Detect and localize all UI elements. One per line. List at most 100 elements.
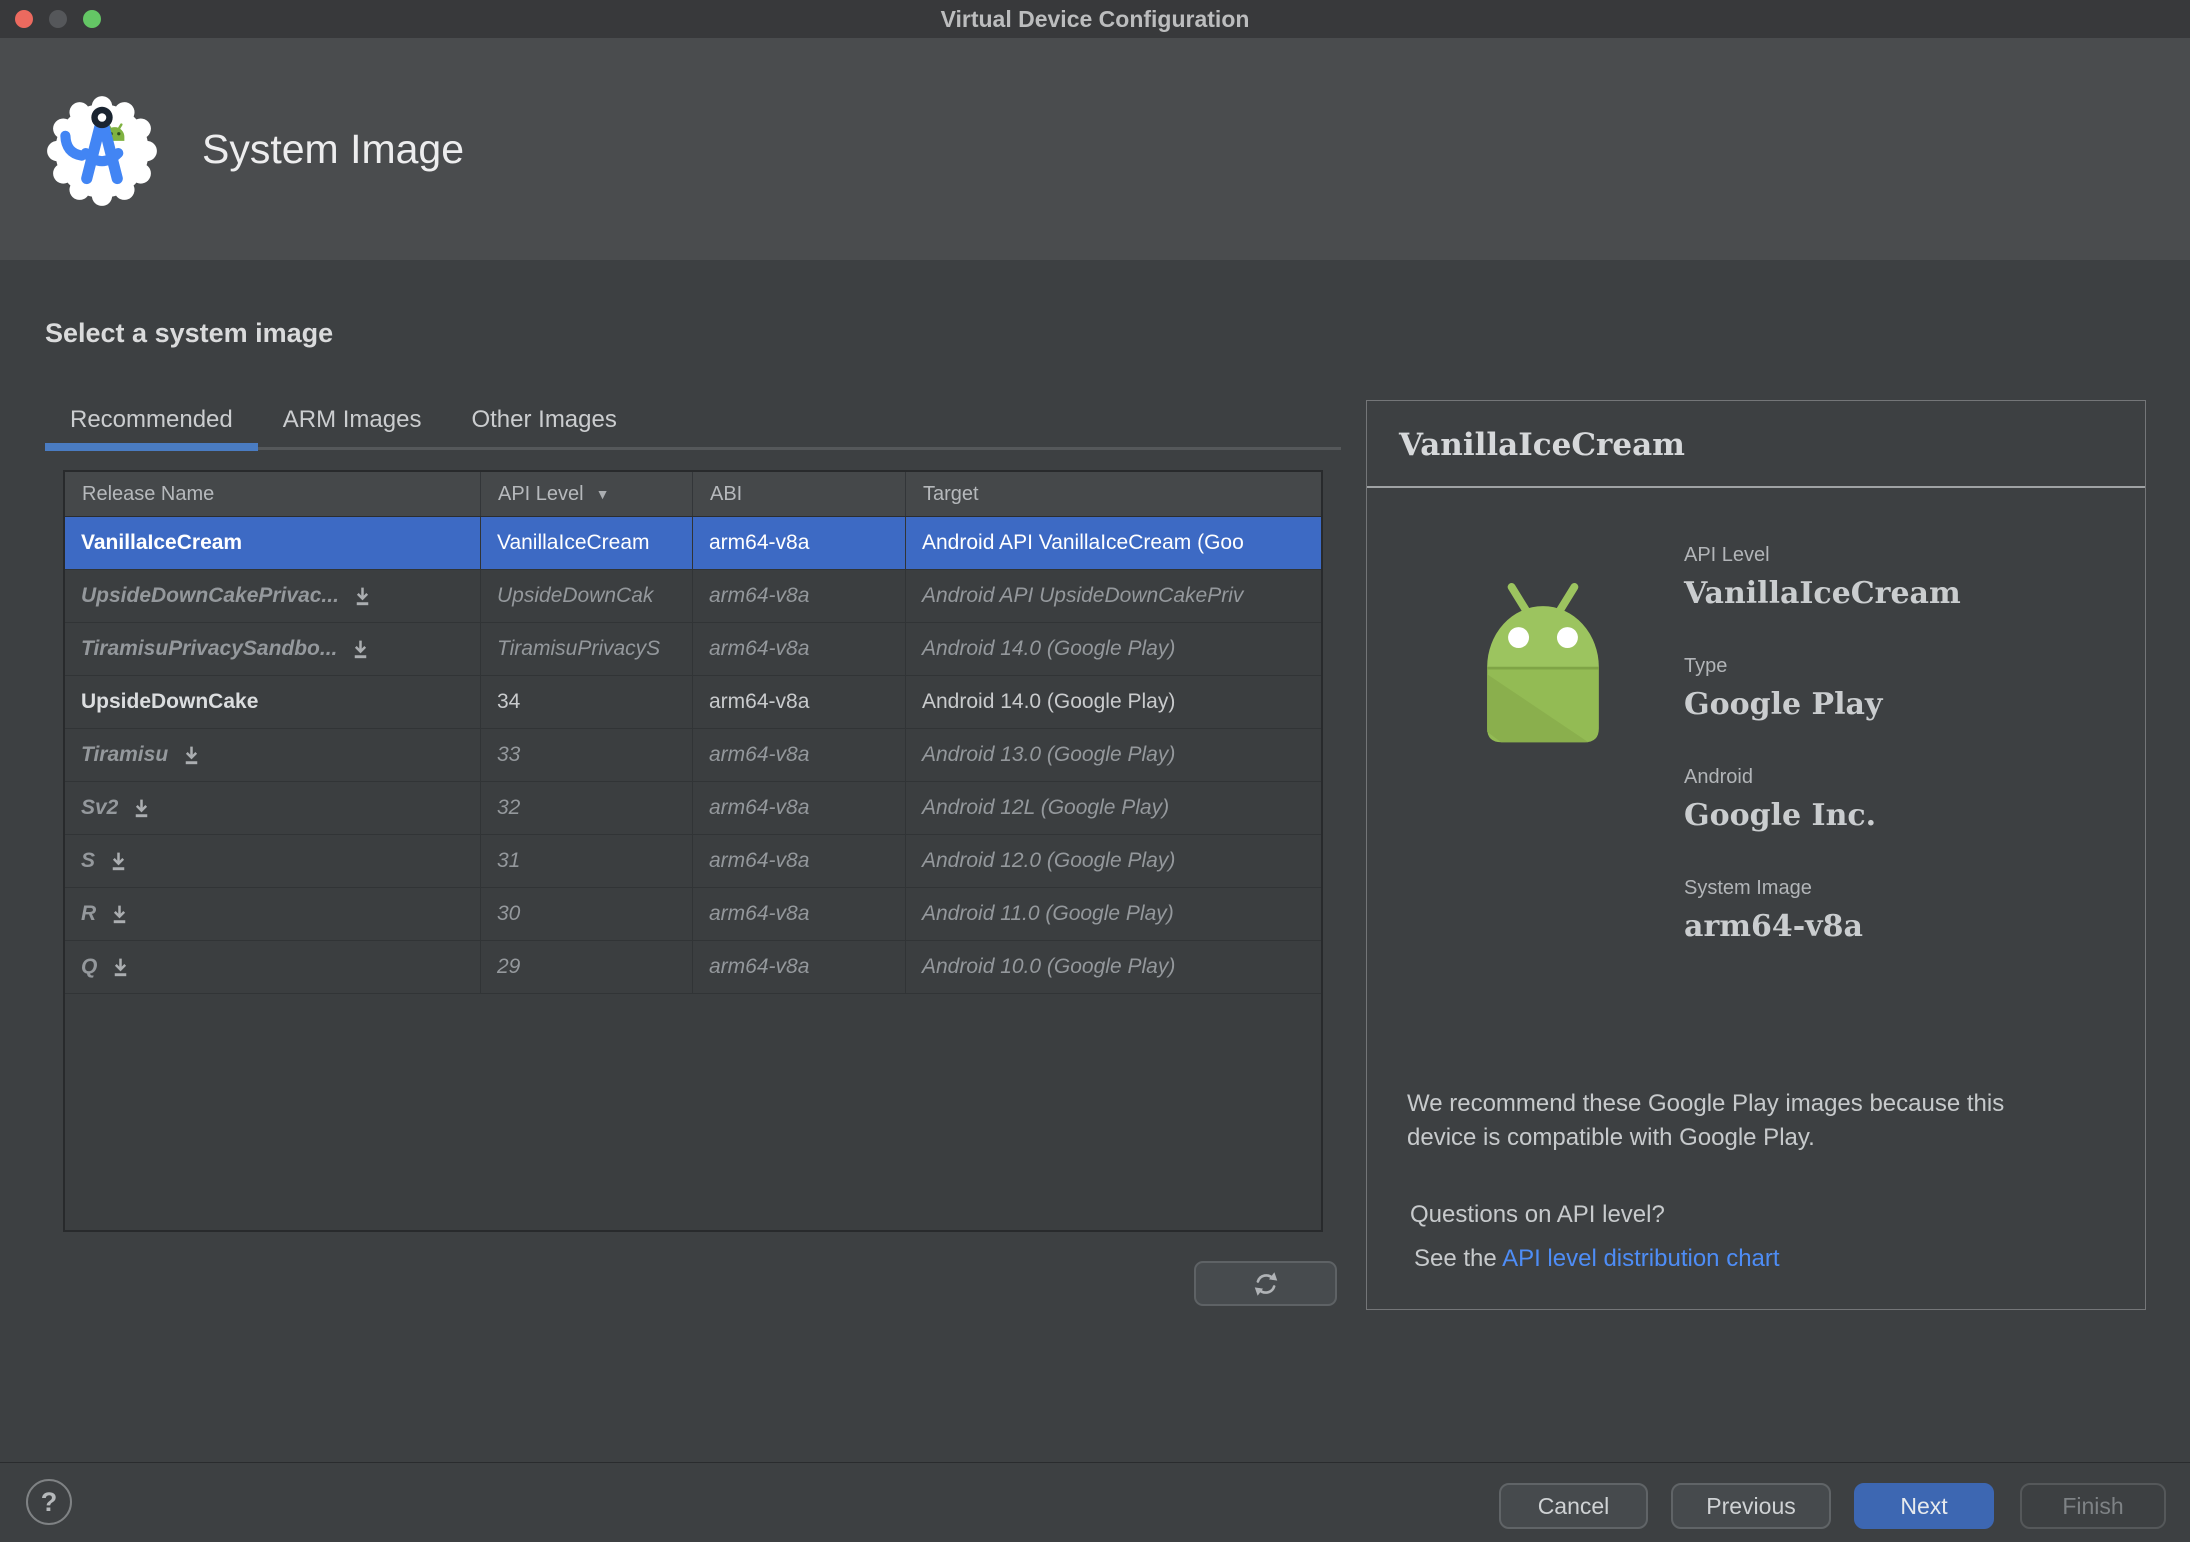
tab-bar: Recommended ARM Images Other Images xyxy=(45,398,642,451)
table-row-upsidedowncakeprivac[interactable]: UpsideDownCakePrivac... UpsideDownCak ar… xyxy=(65,570,1321,623)
column-header-api-level[interactable]: API Level ▼ xyxy=(481,472,693,516)
details-field: Android Google Inc. xyxy=(1684,766,1961,833)
release-name-cell: Sv2 xyxy=(65,782,481,834)
release-name-cell: R xyxy=(65,888,481,940)
release-name-cell: S xyxy=(65,835,481,887)
help-button[interactable]: ? xyxy=(26,1479,72,1525)
table-row-vanillaicecream[interactable]: VanillaIceCream VanillaIceCream arm64-v8… xyxy=(65,517,1321,570)
android-studio-logo-icon xyxy=(47,96,157,206)
api-question-text: Questions on API level? xyxy=(1410,1201,1665,1228)
field-label: System Image xyxy=(1684,877,1812,899)
abi-cell: arm64-v8a xyxy=(693,570,906,622)
target-cell: Android 10.0 (Google Play) xyxy=(922,955,1176,978)
details-panel: VanillaIceCream API Level VanillaIceCrea… xyxy=(1366,400,2146,1310)
target-cell: Android 14.0 (Google Play) xyxy=(922,690,1176,713)
target-cell: Android 13.0 (Google Play) xyxy=(922,743,1176,766)
release-name-cell: Tiramisu xyxy=(65,729,481,781)
details-field: API Level VanillaIceCream xyxy=(1684,544,1961,611)
abi-cell: arm64-v8a xyxy=(693,835,906,887)
api-level-cell: VanillaIceCream xyxy=(481,517,693,569)
next-button[interactable]: Next xyxy=(1854,1483,1994,1529)
api-level-cell: TiramisuPrivacyS xyxy=(481,623,693,675)
table-header-row: Release Name API Level ▼ ABI Target xyxy=(65,472,1321,517)
target-cell: Android 11.0 (Google Play) xyxy=(922,902,1174,925)
abi-cell: arm64-v8a xyxy=(693,517,906,569)
download-icon[interactable] xyxy=(108,850,129,873)
abi-cell: arm64-v8a xyxy=(693,623,906,675)
target-cell: Android API UpsideDownCakePriv xyxy=(922,584,1244,607)
tab-recommended[interactable]: Recommended xyxy=(45,398,258,451)
release-name-cell: VanillaIceCream xyxy=(65,517,481,569)
section-title: Select a system image xyxy=(45,318,334,348)
abi-cell: arm64-v8a xyxy=(693,941,906,993)
sort-descending-icon: ▼ xyxy=(595,486,610,502)
table-row-upsidedowncake[interactable]: UpsideDownCake 34 arm64-v8a Android 14.0… xyxy=(65,676,1321,729)
wizard-header: System Image xyxy=(0,38,2190,260)
table-row-tiramisuprivacysandbo[interactable]: TiramisuPrivacySandbo... TiramisuPrivacy… xyxy=(65,623,1321,676)
abi-cell: arm64-v8a xyxy=(693,729,906,781)
system-image-table: Release Name API Level ▼ ABI Target Vani… xyxy=(63,470,1323,1232)
tab-arm-images[interactable]: ARM Images xyxy=(258,398,447,444)
details-fields: API Level VanillaIceCream Type Google Pl… xyxy=(1684,544,1961,988)
field-value: Google Play xyxy=(1684,687,1883,722)
api-level-cell: 30 xyxy=(481,888,693,940)
target-cell: Android 14.0 (Google Play) xyxy=(922,637,1176,660)
see-the-text: See the xyxy=(1414,1245,1503,1272)
table-body: VanillaIceCream VanillaIceCream arm64-v8… xyxy=(65,517,1321,994)
column-header-target[interactable]: Target xyxy=(906,472,1321,516)
details-field: System Image arm64-v8a xyxy=(1684,877,1961,944)
download-icon[interactable] xyxy=(131,797,152,820)
api-level-cell: 32 xyxy=(481,782,693,834)
release-name-cell: TiramisuPrivacySandbo... xyxy=(65,623,481,675)
release-name-cell: UpsideDownCakePrivac... xyxy=(65,570,481,622)
page-title: System Image xyxy=(202,125,465,172)
api-level-cell: 33 xyxy=(481,729,693,781)
details-separator xyxy=(1367,486,2145,488)
release-name-cell: UpsideDownCake xyxy=(65,676,481,728)
table-row-s[interactable]: S 31 arm64-v8a Android 12.0 (Google Play… xyxy=(65,835,1321,888)
download-icon[interactable] xyxy=(350,638,371,661)
download-icon[interactable] xyxy=(110,956,131,979)
refresh-icon xyxy=(1254,1271,1277,1296)
table-row-q[interactable]: Q 29 arm64-v8a Android 10.0 (Google Play… xyxy=(65,941,1321,994)
table-row-sv2[interactable]: Sv2 32 arm64-v8a Android 12L (Google Pla… xyxy=(65,782,1321,835)
table-row-r[interactable]: R 30 arm64-v8a Android 11.0 (Google Play… xyxy=(65,888,1321,941)
api-level-cell: 29 xyxy=(481,941,693,993)
question-mark-icon: ? xyxy=(40,1486,58,1517)
finish-button[interactable]: Finish xyxy=(2020,1483,2166,1529)
api-level-cell: 31 xyxy=(481,835,693,887)
field-label: Android xyxy=(1684,766,1753,788)
api-level-cell: UpsideDownCak xyxy=(481,570,693,622)
field-label: Type xyxy=(1684,655,1728,677)
download-icon[interactable] xyxy=(109,903,130,926)
title-bar: Virtual Device Configuration xyxy=(0,0,2190,38)
field-value: Google Inc. xyxy=(1684,798,1877,833)
refresh-button[interactable] xyxy=(1194,1261,1337,1306)
abi-cell: arm64-v8a xyxy=(693,888,906,940)
virtual-device-configuration-window: Virtual Device Configuration System Imag… xyxy=(0,0,2190,1542)
abi-cell: arm64-v8a xyxy=(693,782,906,834)
abi-cell: arm64-v8a xyxy=(693,676,906,728)
field-value: arm64-v8a xyxy=(1684,909,1863,944)
target-cell: Android 12L (Google Play) xyxy=(922,796,1170,819)
recommendation-text: We recommend these Google Play images be… xyxy=(1407,1090,2005,1151)
details-title: VanillaIceCream xyxy=(1399,427,1685,463)
column-header-release-name[interactable]: Release Name xyxy=(65,472,481,516)
release-name-cell: Q xyxy=(65,941,481,993)
api-level-cell: 34 xyxy=(481,676,693,728)
field-value: VanillaIceCream xyxy=(1684,576,1961,611)
android-robot-icon xyxy=(1487,583,1599,743)
target-cell: Android 12.0 (Google Play) xyxy=(922,849,1176,872)
download-icon[interactable] xyxy=(181,744,202,767)
download-icon[interactable] xyxy=(352,585,373,608)
window-title: Virtual Device Configuration xyxy=(940,6,1250,32)
previous-button[interactable]: Previous xyxy=(1671,1483,1831,1529)
api-distribution-chart-link[interactable]: API level distribution chart xyxy=(1502,1245,1779,1272)
cancel-button[interactable]: Cancel xyxy=(1499,1483,1648,1529)
details-field: Type Google Play xyxy=(1684,655,1961,722)
column-header-abi[interactable]: ABI xyxy=(693,472,906,516)
table-row-tiramisu[interactable]: Tiramisu 33 arm64-v8a Android 13.0 (Goog… xyxy=(65,729,1321,782)
target-cell: Android API VanillaIceCream (Goo xyxy=(922,531,1244,554)
field-label: API Level xyxy=(1684,544,1770,566)
tab-other-images[interactable]: Other Images xyxy=(446,398,641,444)
